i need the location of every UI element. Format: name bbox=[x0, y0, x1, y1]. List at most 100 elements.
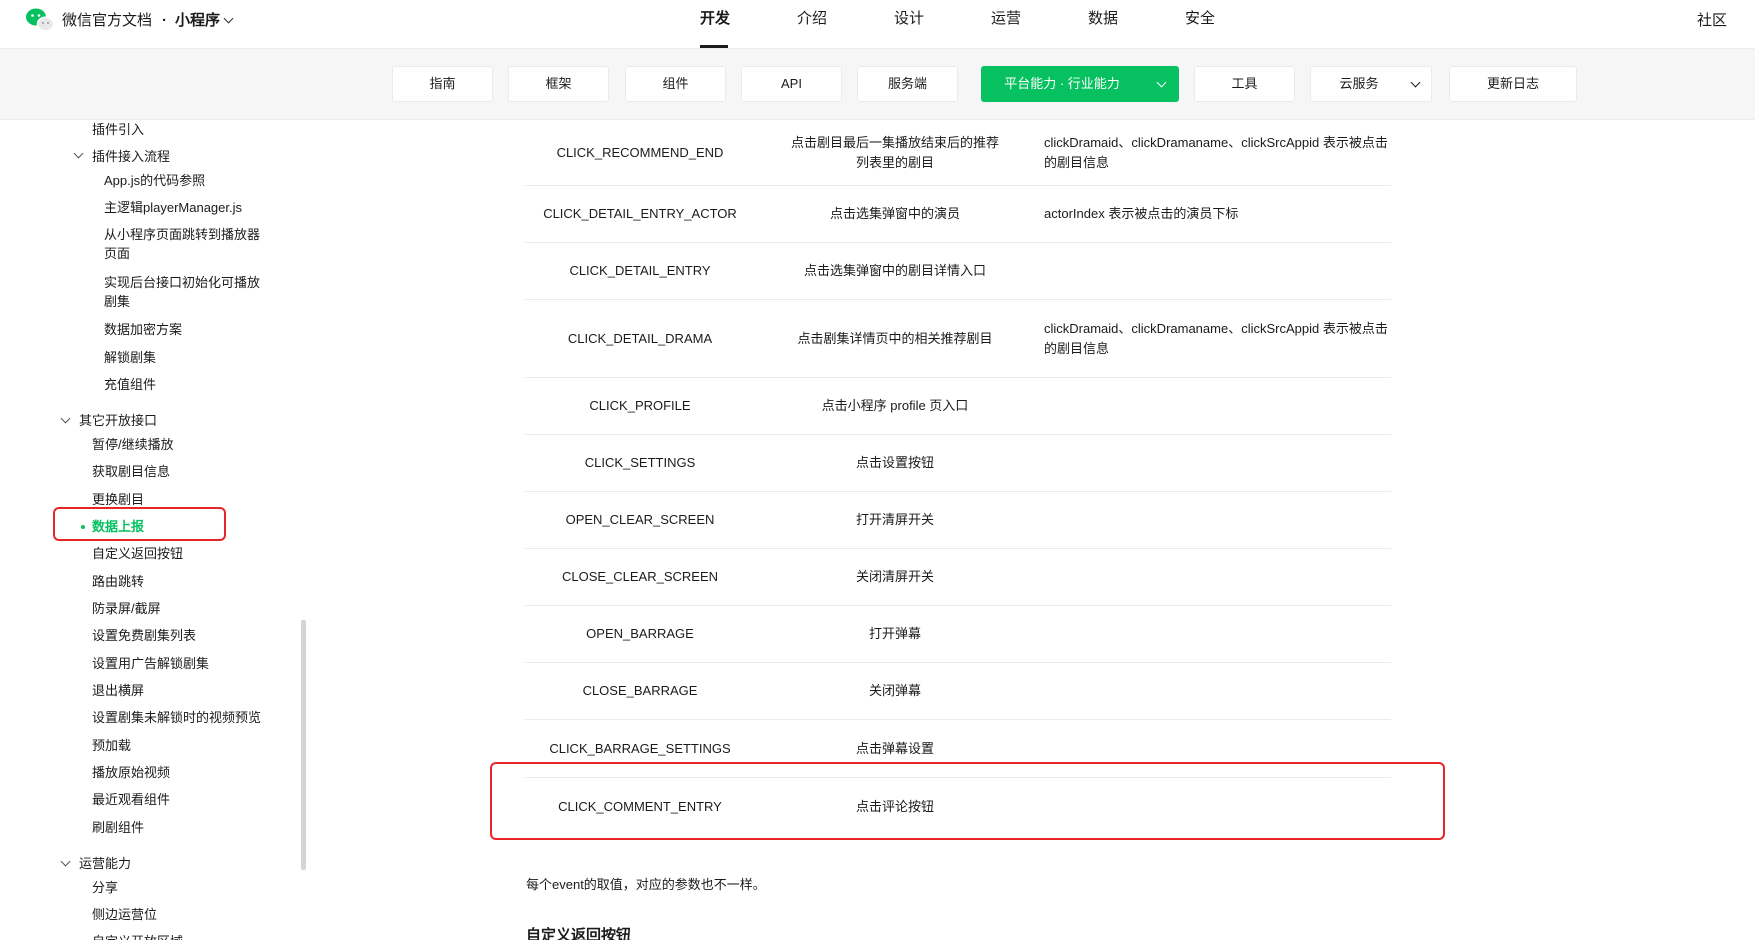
table-row: OPEN_BARRAGE 打开弹幕 bbox=[525, 606, 1391, 663]
sidebar-item[interactable]: 充值组件 bbox=[104, 375, 156, 394]
sidebar-item[interactable]: 分享 bbox=[92, 878, 118, 897]
nav-data[interactable]: 数据 bbox=[1088, 0, 1185, 49]
table-row: CLOSE_BARRAGE 关闭弹幕 bbox=[525, 663, 1391, 720]
subnav-server[interactable]: 服务端 bbox=[857, 66, 958, 102]
sidebar-item[interactable]: 防录屏/截屏 bbox=[92, 599, 161, 618]
sidebar-group-operations[interactable]: 运营能力 bbox=[79, 854, 131, 873]
table-row: CLICK_DETAIL_ENTRY_ACTOR 点击选集弹窗中的演员 acto… bbox=[525, 186, 1391, 243]
subnav-cloud[interactable]: 云服务 bbox=[1310, 66, 1432, 102]
sidebar-item[interactable]: 插件接入流程 bbox=[92, 147, 170, 166]
main-nav: 开发 介绍 设计 运营 数据 安全 bbox=[700, 0, 1282, 49]
sidebar-item[interactable]: 播放原始视频 bbox=[92, 763, 170, 782]
product-switcher[interactable]: 小程序 bbox=[175, 12, 220, 29]
table-row: CLOSE_CLEAR_SCREEN 关闭清屏开关 bbox=[525, 549, 1391, 606]
params-cell bbox=[1044, 606, 1391, 662]
nav-security[interactable]: 安全 bbox=[1185, 0, 1282, 49]
sidebar-item[interactable]: 自定义开放区域 bbox=[92, 932, 183, 940]
sidebar-scrollbar[interactable] bbox=[301, 620, 306, 870]
params-cell: actorIndex 表示被点击的演员下标 bbox=[1044, 206, 1239, 221]
table-row: OPEN_CLEAR_SCREEN 打开清屏开关 bbox=[525, 492, 1391, 549]
desc-cell: 打开弹幕 bbox=[868, 626, 921, 641]
params-cell bbox=[1044, 378, 1391, 434]
wechat-logo-icon[interactable] bbox=[25, 7, 55, 33]
desc-cell: 点击选集弹窗中的剧目详情入口 bbox=[803, 263, 986, 278]
chevron-down-icon[interactable] bbox=[1156, 77, 1167, 88]
highlight-box bbox=[53, 507, 226, 541]
desc-cell: 打开清屏开关 bbox=[855, 512, 934, 527]
sidebar-item[interactable]: 设置剧集未解锁时的视频预览 bbox=[92, 708, 261, 727]
body-text: 每个event的取值，对应的参数也不一样。 bbox=[526, 877, 766, 892]
subnav-changelog[interactable]: 更新日志 bbox=[1449, 66, 1577, 102]
params-cell bbox=[1044, 549, 1391, 605]
sidebar-item[interactable]: 暂停/继续播放 bbox=[92, 435, 174, 454]
table-row: CLICK_DETAIL_DRAMA 点击剧集详情页中的相关推荐剧目 click… bbox=[525, 300, 1391, 378]
subnav-tools[interactable]: 工具 bbox=[1194, 66, 1295, 102]
sidebar-item[interactable]: App.js的代码参照 bbox=[104, 171, 205, 190]
params-cell bbox=[1044, 492, 1391, 548]
desc-cell: 关闭弹幕 bbox=[868, 683, 921, 698]
chevron-down-icon[interactable] bbox=[73, 148, 84, 159]
event-cell: CLICK_DETAIL_DRAMA bbox=[567, 330, 713, 346]
table-row: CLICK_SETTINGS 点击设置按钮 bbox=[525, 435, 1391, 492]
params-cell: clickDramaid、clickDramaname、clickSrcAppi… bbox=[1044, 320, 1388, 356]
desc-cell: 关闭清屏开关 bbox=[855, 569, 934, 584]
nav-design[interactable]: 设计 bbox=[894, 0, 991, 49]
sidebar-item[interactable]: 刷剧组件 bbox=[92, 818, 144, 837]
subnav-framework[interactable]: 框架 bbox=[508, 66, 609, 102]
params-cell bbox=[1044, 435, 1391, 491]
nav-intro[interactable]: 介绍 bbox=[797, 0, 894, 49]
table-row: CLICK_PROFILE 点击小程序 profile 页入口 bbox=[525, 378, 1391, 435]
table-row: CLICK_RECOMMEND_END 点击剧目最后一集播放结束后的推荐列表里的… bbox=[525, 120, 1391, 186]
sidebar-item[interactable]: 路由跳转 bbox=[92, 572, 144, 591]
desc-cell: 点击小程序 profile 页入口 bbox=[821, 398, 969, 413]
event-cell: OPEN_CLEAR_SCREEN bbox=[565, 512, 715, 527]
sidebar-item[interactable]: 侧边运营位 bbox=[92, 905, 157, 924]
desc-cell: 点击设置按钮 bbox=[855, 455, 934, 470]
sidebar-item[interactable]: 获取剧目信息 bbox=[92, 462, 170, 481]
desc-cell: 点击剧目最后一集播放结束后的推荐列表里的剧目 bbox=[790, 134, 999, 170]
section-heading: 自定义返回按钮 bbox=[526, 927, 632, 940]
community-link[interactable]: 社区 bbox=[1697, 9, 1727, 30]
params-cell bbox=[1044, 663, 1391, 719]
sidebar-item[interactable]: 最近观看组件 bbox=[92, 790, 170, 809]
sidebar-item[interactable]: 解锁剧集 bbox=[104, 348, 156, 367]
sidebar-item[interactable]: 设置免费剧集列表 bbox=[92, 626, 196, 645]
brand[interactable]: 微信官方文档 · 小程序 bbox=[62, 9, 234, 30]
params-cell bbox=[1044, 243, 1391, 299]
sidebar-item[interactable]: 从小程序页面跳转到播放器页面 bbox=[104, 225, 269, 263]
nav-operations[interactable]: 运营 bbox=[991, 0, 1088, 49]
chevron-down-icon[interactable] bbox=[1410, 77, 1421, 88]
nav-develop[interactable]: 开发 bbox=[700, 0, 797, 49]
sidebar-item[interactable]: 预加载 bbox=[92, 736, 131, 755]
event-cell: CLICK_RECOMMEND_END bbox=[556, 144, 724, 160]
event-cell: CLICK_DETAIL_ENTRY bbox=[569, 263, 711, 278]
params-cell: clickDramaid、clickDramaname、clickSrcAppi… bbox=[1044, 134, 1388, 170]
subnav-cloud-label: 云服务 bbox=[1339, 76, 1379, 91]
desc-cell: 点击选集弹窗中的演员 bbox=[829, 206, 960, 221]
sidebar-item[interactable]: 退出横屏 bbox=[92, 681, 144, 700]
event-cell: CLICK_PROFILE bbox=[589, 398, 691, 413]
subnav-api[interactable]: API bbox=[741, 66, 842, 102]
chevron-down-icon[interactable] bbox=[60, 413, 71, 424]
sidebar-item[interactable]: 自定义返回按钮 bbox=[92, 544, 183, 563]
sidebar-item[interactable]: 主逻辑playerManager.js bbox=[104, 198, 242, 217]
subnav-guide[interactable]: 指南 bbox=[392, 66, 493, 102]
chevron-down-icon[interactable] bbox=[223, 13, 234, 24]
event-cell: CLOSE_BARRAGE bbox=[582, 683, 698, 698]
sidebar-item[interactable]: 插件引入 bbox=[92, 120, 144, 139]
sub-nav: 指南 框架 组件 API 服务端 平台能力 · 行业能力 工具 云服务 更新日志 bbox=[0, 49, 1755, 120]
highlight-box bbox=[490, 762, 1445, 840]
sidebar-item[interactable]: 实现后台接口初始化可播放剧集 bbox=[104, 273, 269, 311]
event-cell: CLICK_DETAIL_ENTRY_ACTOR bbox=[543, 206, 737, 221]
event-cell: CLICK_SETTINGS bbox=[584, 455, 696, 470]
sidebar-item[interactable]: 数据加密方案 bbox=[104, 320, 182, 339]
subnav-platform-label: 平台能力 · 行业能力 bbox=[1004, 76, 1120, 91]
subnav-components[interactable]: 组件 bbox=[625, 66, 726, 102]
event-cell: OPEN_BARRAGE bbox=[586, 626, 694, 641]
brand-title: 微信官方文档 bbox=[62, 12, 153, 29]
desc-cell: 点击剧集详情页中的相关推荐剧目 bbox=[797, 330, 993, 346]
chevron-down-icon[interactable] bbox=[60, 856, 71, 867]
sidebar-item[interactable]: 设置用广告解锁剧集 bbox=[92, 654, 209, 673]
sidebar-group-other-apis[interactable]: 其它开放接口 bbox=[79, 411, 157, 430]
subnav-platform-capabilities[interactable]: 平台能力 · 行业能力 bbox=[981, 66, 1179, 102]
